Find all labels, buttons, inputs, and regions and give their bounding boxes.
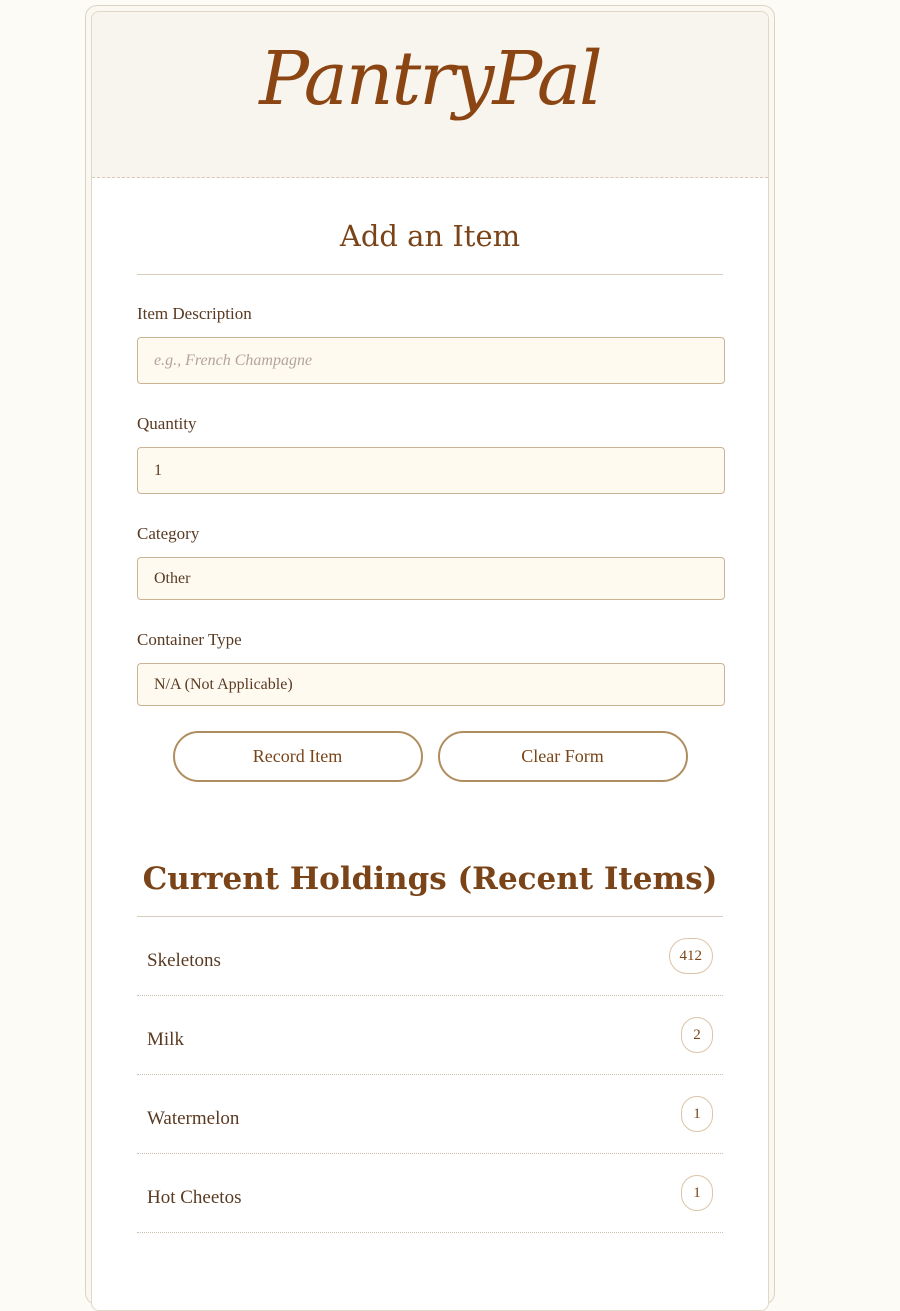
list-item[interactable]: Milk 2 <box>137 996 723 1075</box>
item-description-input[interactable]: e.g., French Champagne <box>137 337 725 384</box>
item-description-placeholder: e.g., French Champagne <box>154 351 313 369</box>
form-actions: Record Item Clear Form <box>137 731 723 782</box>
item-name: Skeletons <box>147 950 221 971</box>
holdings-list: Skeletons 412 Milk 2 Watermelon 1 Hot Ch… <box>137 917 723 1233</box>
app-header: PantryPal <box>92 12 768 178</box>
app-card-frame: PantryPal Add an Item Item Description e… <box>85 5 775 1311</box>
category-select[interactable]: Other <box>137 557 725 600</box>
quantity-value: 1 <box>154 461 162 479</box>
item-count-badge: 412 <box>668 938 713 974</box>
holdings-title: Current Holdings (Recent Items) <box>142 861 718 897</box>
quantity-input[interactable]: 1 <box>137 447 725 494</box>
item-count-badge: 1 <box>681 1175 713 1211</box>
category-value: Other <box>154 569 191 587</box>
main-content: Add an Item Item Description e.g., Frenc… <box>92 178 768 1233</box>
add-item-title: Add an Item <box>339 219 521 253</box>
list-item[interactable]: Watermelon 1 <box>137 1075 723 1154</box>
app-card: PantryPal Add an Item Item Description e… <box>91 11 769 1311</box>
list-item[interactable]: Hot Cheetos 1 <box>137 1154 723 1233</box>
section-divider <box>137 274 723 275</box>
item-count-badge: 1 <box>681 1096 713 1132</box>
item-count-badge: 2 <box>681 1017 713 1053</box>
container-type-label: Container Type <box>137 630 242 649</box>
item-description-label: Item Description <box>137 304 252 323</box>
clear-form-button[interactable]: Clear Form <box>437 731 688 782</box>
container-type-select[interactable]: N/A (Not Applicable) <box>137 663 725 706</box>
item-name: Watermelon <box>147 1108 240 1129</box>
record-item-button[interactable]: Record Item <box>172 731 423 782</box>
item-name: Milk <box>147 1029 184 1050</box>
category-label: Category <box>137 524 200 543</box>
quantity-label: Quantity <box>137 414 197 433</box>
container-type-value: N/A (Not Applicable) <box>154 675 293 693</box>
list-item[interactable]: Skeletons 412 <box>137 917 723 996</box>
app-logo: PantryPal <box>259 36 602 122</box>
item-name: Hot Cheetos <box>147 1187 242 1208</box>
